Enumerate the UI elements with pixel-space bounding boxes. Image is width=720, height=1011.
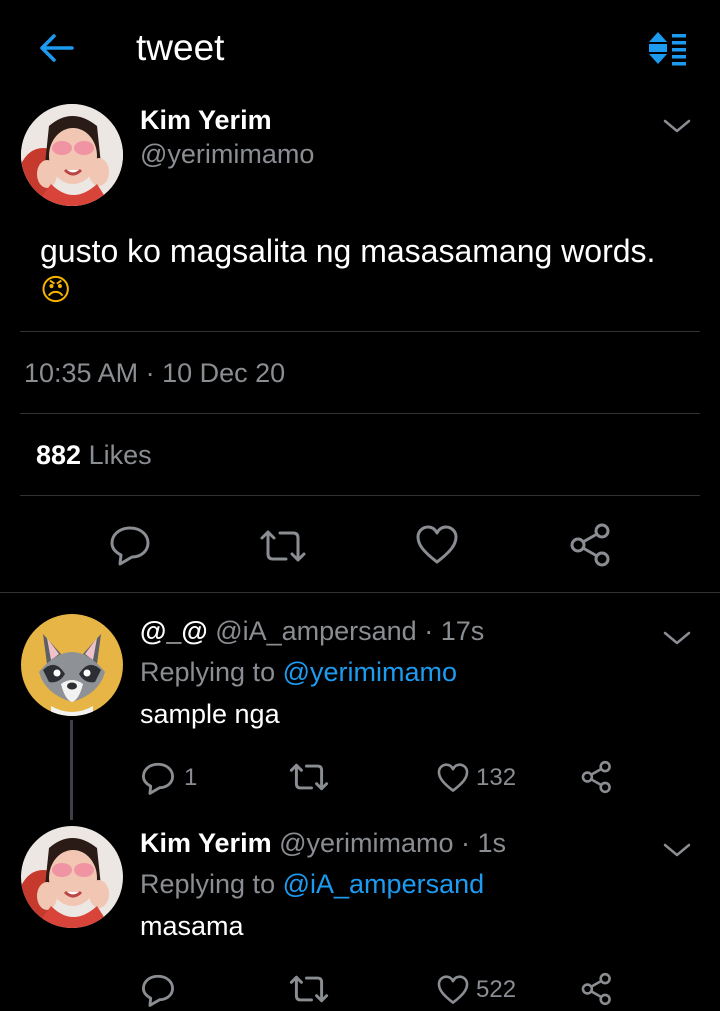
reply-button[interactable]: [140, 970, 184, 1010]
replying-label: Replying to: [140, 657, 276, 687]
chevron-down-icon: [663, 631, 691, 645]
like-button[interactable]: 132: [436, 758, 516, 798]
avatar[interactable]: [21, 104, 123, 206]
reply-menu-button[interactable]: [662, 840, 692, 860]
retweet-icon: [289, 975, 329, 1003]
retweet-button[interactable]: [258, 526, 308, 566]
reply-header: @_@ @iA_ampersand · 17s: [140, 614, 484, 648]
reply-count: 1: [184, 764, 198, 791]
reply-author-name[interactable]: Kim Yerim: [140, 828, 272, 858]
tweet-menu-button[interactable]: [662, 116, 692, 136]
share-icon: [581, 972, 611, 1006]
reply-time: · 1s: [461, 828, 507, 858]
chevron-down-icon: [663, 119, 691, 133]
reply-time: · 17s: [424, 616, 485, 646]
replying-to: Replying to @iA_ampersand: [140, 867, 484, 901]
reply-menu-button[interactable]: [662, 628, 692, 648]
reply-text: sample nga: [140, 699, 280, 729]
share-button[interactable]: [580, 760, 614, 794]
likes-label: Likes: [88, 440, 152, 470]
user-photo-avatar: [21, 104, 123, 206]
retweet-button[interactable]: [288, 760, 330, 794]
reply-button[interactable]: [108, 524, 152, 566]
replying-to-link[interactable]: @iA_ampersand: [283, 869, 485, 899]
replying-to-link[interactable]: @yerimimamo: [283, 657, 457, 687]
heart-icon: [437, 975, 469, 1004]
tweet-text: gusto ko magsalita ng masasamang words.: [40, 233, 656, 269]
reply-author-handle[interactable]: @yerimimamo: [279, 828, 453, 858]
reply-button[interactable]: 1: [140, 758, 197, 798]
replying-to: Replying to @yerimimamo: [140, 655, 457, 689]
divider: [20, 495, 700, 496]
avatar[interactable]: [21, 614, 123, 716]
author-handle[interactable]: @yerimimamo: [140, 138, 314, 170]
divider: [20, 413, 700, 414]
like-button[interactable]: 522: [436, 970, 516, 1010]
tweet-timestamp: 10:35 AM · 10 Dec 20: [24, 358, 286, 388]
user-photo-avatar: [21, 826, 123, 928]
reply-icon: [110, 526, 150, 566]
reply-icon: [142, 974, 174, 1007]
likes-count: 882: [36, 440, 82, 470]
raccoon-avatar: [21, 614, 123, 716]
thread-line: [70, 720, 73, 820]
arrow-left-icon: [40, 34, 74, 62]
like-button[interactable]: [414, 524, 460, 566]
sort-list-icon: [649, 32, 686, 66]
page-title: tweet: [136, 27, 225, 68]
like-count: 522: [476, 976, 517, 1003]
author-name[interactable]: Kim Yerim: [140, 104, 272, 136]
divider: [20, 331, 700, 332]
heart-icon: [416, 525, 458, 564]
share-button[interactable]: [580, 972, 614, 1006]
divider: [0, 592, 720, 593]
share-button[interactable]: [568, 522, 614, 568]
sort-button[interactable]: [645, 30, 689, 66]
retweet-icon: [260, 530, 306, 562]
share-icon: [570, 523, 610, 567]
chevron-down-icon: [663, 843, 691, 857]
avatar[interactable]: [21, 826, 123, 928]
retweet-icon: [289, 763, 329, 791]
replying-label: Replying to: [140, 869, 276, 899]
heart-icon: [437, 763, 469, 792]
like-count: 132: [476, 764, 517, 791]
reply-text: masama: [140, 911, 244, 941]
back-button[interactable]: [36, 30, 76, 66]
retweet-button[interactable]: [288, 972, 330, 1006]
share-icon: [581, 760, 611, 794]
likes-stat[interactable]: 882 Likes: [36, 439, 152, 471]
reply-author-name[interactable]: @_@: [140, 616, 208, 646]
reply-icon: [142, 762, 174, 795]
reply-header: Kim Yerim @yerimimamo · 1s: [140, 826, 506, 860]
emoji-angry: 😠: [40, 273, 72, 308]
reply-author-handle[interactable]: @iA_ampersand: [215, 616, 417, 646]
